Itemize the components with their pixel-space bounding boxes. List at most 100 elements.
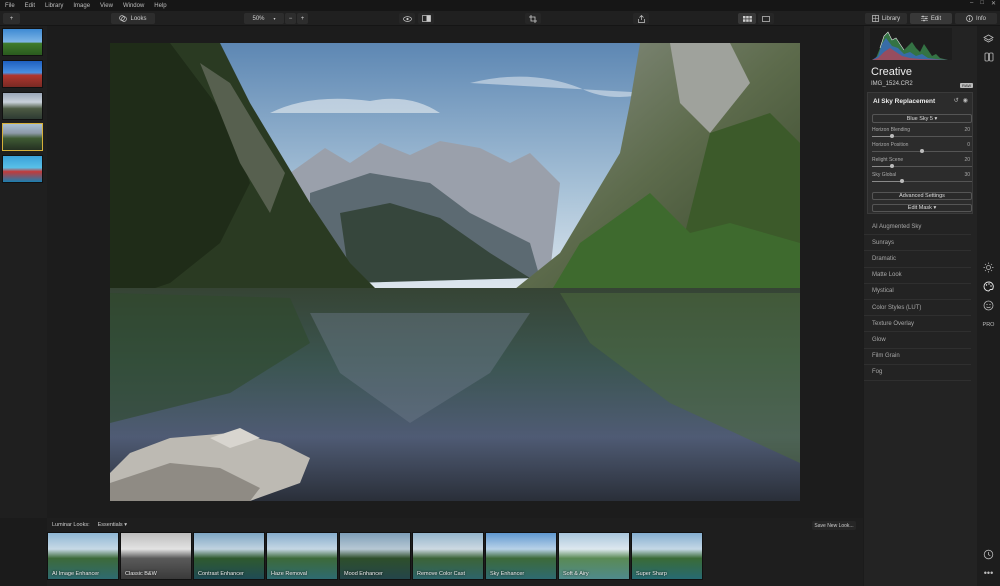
menu-help[interactable]: Help <box>154 3 166 9</box>
library-icon <box>871 15 879 22</box>
main-photo[interactable] <box>110 43 800 501</box>
grid-icon <box>742 15 752 22</box>
crop-icon <box>529 14 537 23</box>
slider-knob[interactable] <box>920 149 924 153</box>
horizon-position-slider[interactable]: Horizon Position 0 <box>872 142 972 156</box>
edit-mask-button[interactable]: Edit Mask ▾ <box>872 204 972 212</box>
share-button[interactable] <box>633 13 649 24</box>
single-image-icon <box>762 15 770 22</box>
look-preset[interactable]: Classic B&W <box>120 532 192 580</box>
filmstrip-thumbnail[interactable] <box>2 92 43 120</box>
looks-icon <box>119 15 128 22</box>
tool-matte-look[interactable]: Matte Look <box>864 268 971 284</box>
filmstrip-thumbnail[interactable] <box>2 155 43 183</box>
visibility-eye-icon[interactable]: ◉ <box>963 97 968 104</box>
chevron-down-icon: ▾ <box>273 16 276 21</box>
lake-photo <box>110 43 800 501</box>
look-preset[interactable]: Sky Enhancer <box>485 532 557 580</box>
smile-icon[interactable] <box>982 299 995 312</box>
zoom-in-button[interactable]: + <box>297 13 308 24</box>
creative-tools-list: AI Augmented Sky Sunrays Dramatic Matte … <box>864 219 977 381</box>
menu-image[interactable]: Image <box>73 3 90 9</box>
tool-color-styles[interactable]: Color Styles (LUT) <box>864 300 971 317</box>
menu-window[interactable]: Window <box>123 3 144 9</box>
tool-glow[interactable]: Glow <box>864 332 971 349</box>
image-canvas <box>47 26 863 518</box>
looks-button[interactable]: Looks <box>111 13 155 24</box>
tool-sunrays[interactable]: Sunrays <box>864 235 971 252</box>
panel-title: Creative <box>871 66 912 78</box>
menu-edit[interactable]: Edit <box>25 3 35 9</box>
look-preset[interactable]: Super Sharp <box>631 532 703 580</box>
sun-icon[interactable] <box>982 261 995 274</box>
tool-dramatic[interactable]: Dramatic <box>864 251 971 268</box>
menu-bar: File Edit Library Image View Window Help… <box>0 0 1000 11</box>
menu-file[interactable]: File <box>5 3 15 9</box>
relight-scene-slider[interactable]: Relight Scene 20 <box>872 157 972 171</box>
slider-knob[interactable] <box>890 134 894 138</box>
ai-sky-replacement-tool: AI Sky Replacement ↺ ◉ Blue Sky 5 ▾ Hori… <box>867 92 973 214</box>
info-icon <box>966 15 973 22</box>
look-preset[interactable]: Soft & Airy <box>558 532 630 580</box>
history-icon[interactable] <box>982 548 995 561</box>
tool-mystical[interactable]: Mystical <box>864 284 971 300</box>
single-view-button[interactable] <box>758 13 774 24</box>
edit-panel: Creative IMG_1524.CR2 RAW AI Sky Replace… <box>864 26 977 586</box>
preview-eye-button[interactable] <box>399 13 415 24</box>
add-photos-button[interactable]: + <box>3 13 20 24</box>
sky-selection-dropdown[interactable]: Blue Sky 5 ▾ <box>872 114 972 123</box>
minimize-button[interactable]: – <box>970 0 973 7</box>
tool-ai-augmented-sky[interactable]: AI Augmented Sky <box>864 219 971 236</box>
filmstrip <box>0 26 47 518</box>
look-preset[interactable]: Haze Removal <box>266 532 338 580</box>
tool-title[interactable]: AI Sky Replacement <box>873 98 935 105</box>
compare-icon[interactable] <box>982 50 995 63</box>
slider-knob[interactable] <box>890 164 894 168</box>
tab-info[interactable]: Info <box>955 13 997 24</box>
menu-library[interactable]: Library <box>45 3 63 9</box>
maximize-button[interactable]: □ <box>980 0 984 7</box>
zoom-out-button[interactable]: − <box>285 13 296 24</box>
close-button[interactable]: ✕ <box>991 0 996 7</box>
horizon-blending-slider[interactable]: Horizon Blending 20 <box>872 127 972 141</box>
look-preset[interactable]: Mood Enhancer <box>339 532 411 580</box>
save-new-look-button[interactable]: Save New Look... <box>812 521 856 530</box>
tab-library[interactable]: Library <box>865 13 907 24</box>
pro-icon[interactable]: PRO <box>982 318 995 331</box>
menu-view[interactable]: View <box>100 3 113 9</box>
look-preset[interactable]: Remove Color Cast <box>412 532 484 580</box>
more-icon[interactable]: ••• <box>982 566 995 579</box>
file-name: IMG_1524.CR2 <box>871 81 913 87</box>
filmstrip-thumbnail-selected[interactable] <box>2 123 43 151</box>
advanced-settings-button[interactable]: Advanced Settings <box>872 192 972 200</box>
sliders-icon <box>920 15 928 22</box>
compare-icon <box>421 15 431 22</box>
tool-texture-overlay[interactable]: Texture Overlay <box>864 316 971 333</box>
filmstrip-thumbnail[interactable] <box>2 28 43 56</box>
raw-badge: RAW <box>960 83 974 88</box>
share-icon <box>637 14 645 23</box>
grid-view-button[interactable] <box>738 13 756 24</box>
filmstrip-thumbnail[interactable] <box>2 60 43 88</box>
top-toolbar: + Looks 50% ▾ − + Library Edit Info <box>0 11 1000 26</box>
luminar-looks-bar: Luminar Looks: Essentials ▾ Save New Loo… <box>47 518 863 586</box>
looks-header-label: Luminar Looks: <box>52 522 90 528</box>
histogram <box>870 28 952 60</box>
compare-button[interactable] <box>418 13 434 24</box>
palette-icon[interactable] <box>982 280 995 293</box>
look-preset[interactable]: AI Image Enhancer <box>47 532 119 580</box>
tool-fog[interactable]: Fog <box>864 365 971 381</box>
tool-category-rail: PRO ••• <box>977 26 1000 586</box>
looks-label: Looks <box>130 15 147 22</box>
tab-edit[interactable]: Edit <box>910 13 952 24</box>
crop-button[interactable] <box>525 13 541 24</box>
sky-global-slider[interactable]: Sky Global 30 <box>872 172 972 186</box>
tool-film-grain[interactable]: Film Grain <box>864 349 971 365</box>
zoom-select[interactable]: 50% ▾ <box>244 13 284 24</box>
reset-icon[interactable]: ↺ <box>954 97 959 104</box>
looks-category-dropdown[interactable]: Essentials ▾ <box>98 522 127 528</box>
layers-icon[interactable] <box>982 32 995 45</box>
look-preset[interactable]: Contrast Enhancer <box>193 532 265 580</box>
slider-knob[interactable] <box>900 179 904 183</box>
eye-icon <box>402 15 412 22</box>
